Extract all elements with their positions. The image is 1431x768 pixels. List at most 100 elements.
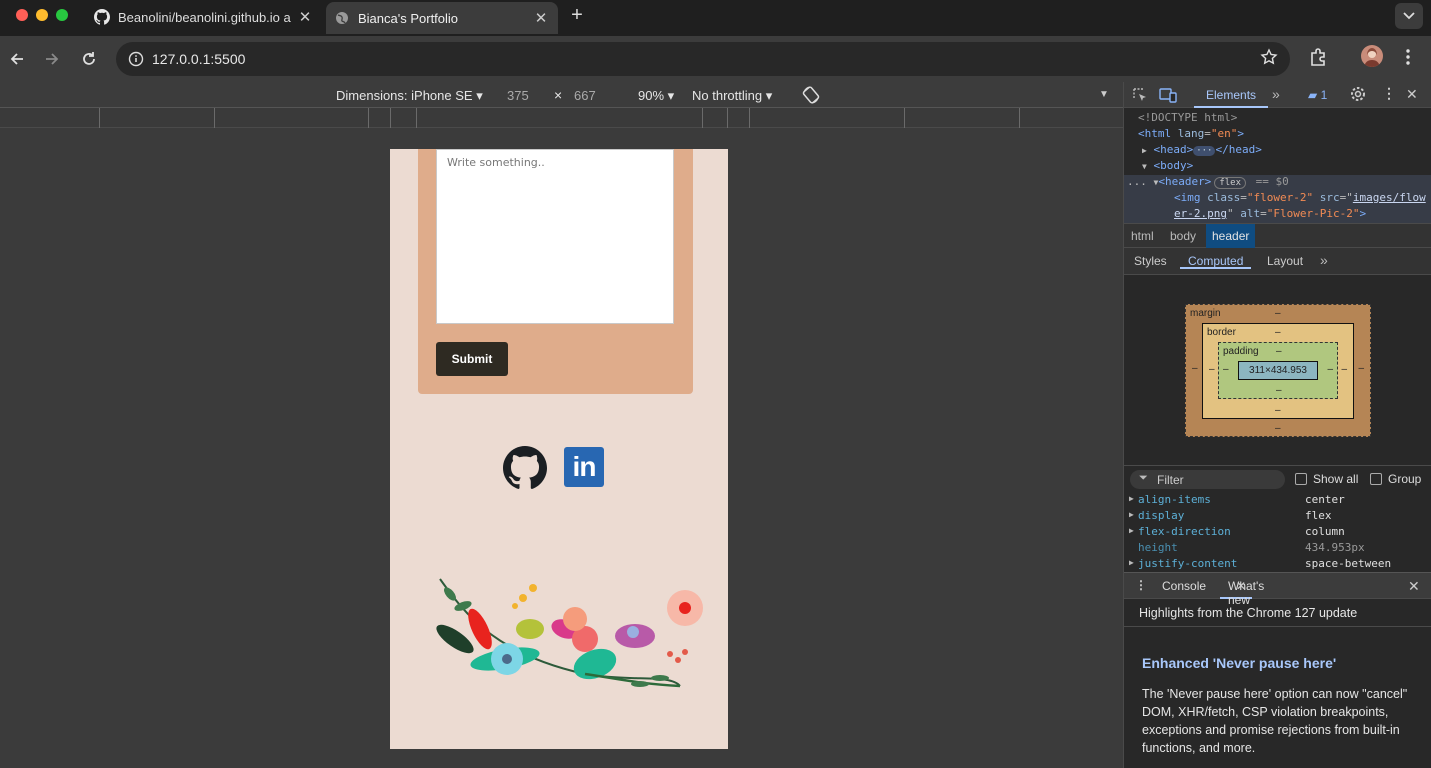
dom-line-body[interactable]: ▼ <body> xyxy=(1142,158,1193,175)
device-height-input[interactable]: 667 xyxy=(574,88,596,103)
tab-search-button[interactable] xyxy=(1395,3,1423,29)
computed-property-row[interactable]: ▶ display flex xyxy=(1124,509,1431,525)
device-mode-icon[interactable] xyxy=(1159,87,1177,106)
breadcrumb-html[interactable]: html xyxy=(1131,229,1154,243)
box-padding[interactable]: padding – – – – 311×434.953 xyxy=(1218,342,1338,399)
chevron-down-icon xyxy=(1403,12,1415,20)
inspect-element-icon[interactable] xyxy=(1132,87,1148,106)
tab-title: Bianca's Portfolio xyxy=(358,10,459,26)
box-content[interactable]: 311×434.953 xyxy=(1238,361,1318,380)
group-checkbox[interactable] xyxy=(1370,473,1382,485)
show-all-label: Show all xyxy=(1313,472,1359,486)
browser-menu-icon[interactable] xyxy=(1400,47,1416,72)
devtools-menu-icon[interactable]: ⋮ xyxy=(1382,85,1396,102)
linkedin-icon: in xyxy=(572,451,597,482)
devtools-panel: Elements » ▰ 1 ⋮ ✕ <!DOCTYPE html> <html… xyxy=(1123,82,1431,768)
dom-line-img[interactable]: <img class="flower-2" src="images/flow xyxy=(1174,190,1426,206)
tab-close-icon[interactable]: ✕ xyxy=(532,9,550,27)
dom-line-img-cont[interactable]: er-2.png" alt="Flower-Pic-2"> xyxy=(1174,206,1366,222)
devtools-toolbar: Elements » ▰ 1 ⋮ ✕ xyxy=(1124,82,1431,108)
globe-icon xyxy=(334,10,350,26)
github-link[interactable] xyxy=(503,446,547,495)
reload-icon xyxy=(83,52,95,65)
linkedin-link[interactable]: in xyxy=(564,447,604,487)
breadcrumb-body[interactable]: body xyxy=(1170,229,1196,243)
tab-console[interactable]: Console xyxy=(1162,579,1206,593)
flex-badge: flex xyxy=(1214,177,1246,189)
more-tabs-icon[interactable]: » xyxy=(1272,86,1280,102)
devtools-drawer-tabs: ⋮ Console What's new ✕ ✕ xyxy=(1124,572,1431,607)
feature-title[interactable]: Enhanced 'Never pause here' xyxy=(1142,655,1427,671)
tab-whats-new[interactable]: What's new ✕ xyxy=(1220,573,1264,607)
close-drawer-icon[interactable]: ✕ xyxy=(1408,578,1420,595)
computed-property-row[interactable]: ▶ justify-content space-between xyxy=(1124,557,1431,573)
whats-new-highlights: Highlights from the Chrome 127 update xyxy=(1124,599,1431,627)
profile-avatar[interactable] xyxy=(1361,45,1383,67)
throttling-select[interactable]: No throttling ▾ xyxy=(692,88,772,104)
forward-button[interactable] xyxy=(40,47,64,71)
device-width-input[interactable]: 375 xyxy=(507,88,529,103)
device-dimensions-select[interactable]: Dimensions: iPhone SE ▾ xyxy=(336,88,483,104)
address-bar[interactable]: 127.0.0.1:5500 xyxy=(116,42,1290,76)
device-toolbar-menu-icon[interactable]: ▼ xyxy=(1099,89,1109,100)
computed-filter-bar: ⏷ Filter Show all Group xyxy=(1124,465,1431,492)
dimension-separator: × xyxy=(554,87,563,103)
tab-elements[interactable]: Elements xyxy=(1194,82,1269,108)
minimize-window-button[interactable] xyxy=(36,9,48,21)
reload-button[interactable] xyxy=(77,47,101,71)
elements-subtabs: Styles Computed Layout » xyxy=(1124,248,1431,275)
rotate-icon[interactable] xyxy=(801,85,821,108)
zoom-window-button[interactable] xyxy=(56,9,68,21)
computed-property-row[interactable]: ▶ align-items center xyxy=(1124,493,1431,509)
tab-computed[interactable]: Computed xyxy=(1180,248,1252,269)
browser-tab-bar: Beanolini/beanolini.github.io a ✕ Bianca… xyxy=(0,0,1431,36)
breadcrumb: html body header xyxy=(1124,223,1431,248)
new-tab-button[interactable]: + xyxy=(566,4,588,26)
flower-illustration xyxy=(436,578,703,688)
dom-line-header[interactable]: ... ▼<header> flex == $0 xyxy=(1127,174,1289,191)
arrow-right-icon xyxy=(46,53,59,65)
computed-property-row[interactable]: height 434.953px xyxy=(1124,541,1431,557)
dom-line-doctype[interactable]: <!DOCTYPE html> xyxy=(1138,110,1237,126)
tab-github[interactable]: Beanolini/beanolini.github.io a ✕ xyxy=(84,0,322,34)
tab-portfolio[interactable]: Bianca's Portfolio ✕ xyxy=(326,2,558,34)
close-window-button[interactable] xyxy=(16,9,28,21)
arrow-left-icon xyxy=(10,53,23,65)
filter-input[interactable]: ⏷ Filter xyxy=(1130,470,1285,489)
bookmark-star-icon[interactable] xyxy=(1260,48,1278,71)
contact-form: Write something.. Submit xyxy=(418,149,693,394)
site-info-icon[interactable] xyxy=(124,47,148,71)
dom-line-html[interactable]: <html lang="en"> xyxy=(1138,126,1244,142)
show-all-checkbox[interactable] xyxy=(1295,473,1307,485)
computed-property-row[interactable]: ▶ flex-direction column xyxy=(1124,525,1431,541)
box-model-diagram: margin – – – – border – – – – padding – … xyxy=(1124,275,1431,465)
tab-styles[interactable]: Styles xyxy=(1134,254,1167,268)
media-query-ruler[interactable] xyxy=(0,108,1123,128)
group-label: Group xyxy=(1388,472,1422,486)
message-textarea[interactable]: Write something.. xyxy=(436,149,674,324)
close-tab-icon[interactable]: ✕ xyxy=(1236,579,1246,593)
back-button[interactable] xyxy=(5,47,29,71)
browser-toolbar: 127.0.0.1:5500 xyxy=(0,36,1431,82)
computed-properties-list: ▶ align-items center ▶ display flex ▶ flex-di… xyxy=(1124,492,1431,572)
tab-layout[interactable]: Layout xyxy=(1267,254,1303,268)
textarea-placeholder: Write something.. xyxy=(447,156,545,169)
extensions-icon[interactable] xyxy=(1308,47,1328,72)
whats-new-article: Enhanced 'Never pause here' The 'Never p… xyxy=(1142,655,1427,757)
box-margin[interactable]: margin – – – – border – – – – padding – … xyxy=(1185,304,1371,437)
drawer-menu-icon[interactable]: ⋮ xyxy=(1135,578,1147,592)
tab-close-icon[interactable]: ✕ xyxy=(296,8,314,26)
url-text: 127.0.0.1:5500 xyxy=(152,51,246,67)
box-border[interactable]: border – – – – padding – – – – 311×434.9… xyxy=(1202,323,1354,419)
submit-button[interactable]: Submit xyxy=(436,342,508,376)
device-toolbar: Dimensions: iPhone SE ▾ 375 × 667 90% ▾ … xyxy=(0,82,1123,108)
issues-counter[interactable]: ▰ 1 xyxy=(1308,88,1327,102)
breadcrumb-header[interactable]: header xyxy=(1206,224,1256,248)
settings-gear-icon[interactable] xyxy=(1350,86,1366,105)
close-devtools-icon[interactable]: ✕ xyxy=(1406,86,1418,103)
zoom-select[interactable]: 90% ▾ xyxy=(638,88,674,104)
dom-line-head[interactable]: ▶ <head> ··· </head> xyxy=(1142,142,1262,159)
more-subtabs-icon[interactable]: » xyxy=(1320,252,1328,268)
feature-description: The 'Never pause here' option can now "c… xyxy=(1142,687,1408,755)
elements-dom-tree: <!DOCTYPE html> <html lang="en"> ▶ <head… xyxy=(1124,109,1431,223)
